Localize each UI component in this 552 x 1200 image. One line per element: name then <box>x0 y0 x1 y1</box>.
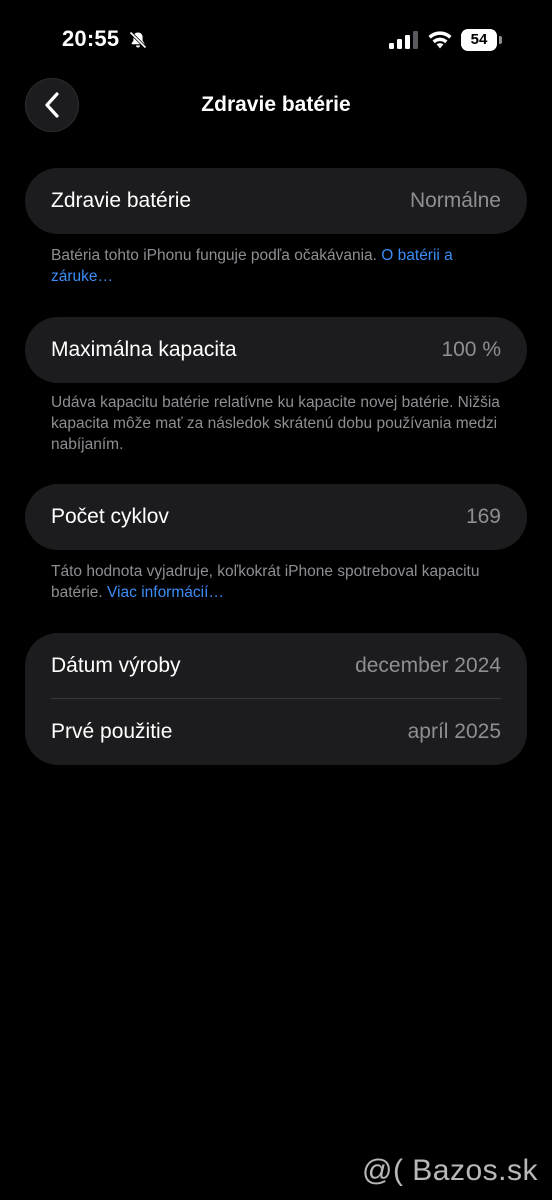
manufacture-date-value: december 2024 <box>355 654 501 677</box>
first-use-label: Prvé použitie <box>51 720 173 743</box>
battery-icon: 54 <box>461 29 503 51</box>
battery-health-label: Zdravie batérie <box>51 189 192 212</box>
battery-health-note-text: Batéria tohto iPhonu funguje podľa očaká… <box>51 247 377 264</box>
battery-health-value: Normálne <box>409 189 501 212</box>
bazos-watermark: @( Bazos.sk <box>362 1154 538 1187</box>
cellular-signal-icon <box>389 31 418 49</box>
max-capacity-label: Maximálna kapacita <box>51 338 237 361</box>
bell-slash-icon <box>129 31 147 49</box>
cycle-count-group: Počet cyklov 169 <box>25 484 527 550</box>
first-use-value: apríl 2025 <box>407 720 501 743</box>
cycle-count-row: Počet cyklov 169 <box>25 484 527 550</box>
page-title: Zdravie batérie <box>201 93 351 116</box>
first-use-row: Prvé použitie apríl 2025 <box>25 699 527 765</box>
max-capacity-value: 100 % <box>441 338 501 361</box>
manufacture-date-row: Dátum výroby december 2024 <box>25 633 527 699</box>
cycle-count-value: 169 <box>465 505 501 528</box>
dates-group: Dátum výroby december 2024 Prvé použitie… <box>25 633 527 765</box>
status-time: 20:55 <box>62 26 120 51</box>
max-capacity-row: Maximálna kapacita 100 % <box>25 317 527 383</box>
max-capacity-group: Maximálna kapacita 100 % <box>25 317 527 383</box>
battery-health-note: Batéria tohto iPhonu funguje podľa očaká… <box>51 245 501 287</box>
battery-tip <box>499 36 502 44</box>
manufacture-date-label: Dátum výroby <box>51 654 181 677</box>
battery-health-group: Zdravie batérie Normálne <box>25 168 527 234</box>
cycle-count-note: Táto hodnota vyjadruje, koľkokrát iPhone… <box>51 561 501 603</box>
more-info-link[interactable]: Viac informácií… <box>107 584 224 601</box>
wifi-icon <box>428 31 452 49</box>
battery-level: 54 <box>461 29 497 51</box>
max-capacity-note: Udáva kapacitu batérie relatívne ku kapa… <box>51 394 500 453</box>
status-bar: 20:55 54 <box>0 0 552 80</box>
cycle-count-label: Počet cyklov <box>51 505 169 528</box>
battery-health-row[interactable]: Zdravie batérie Normálne <box>25 168 527 234</box>
